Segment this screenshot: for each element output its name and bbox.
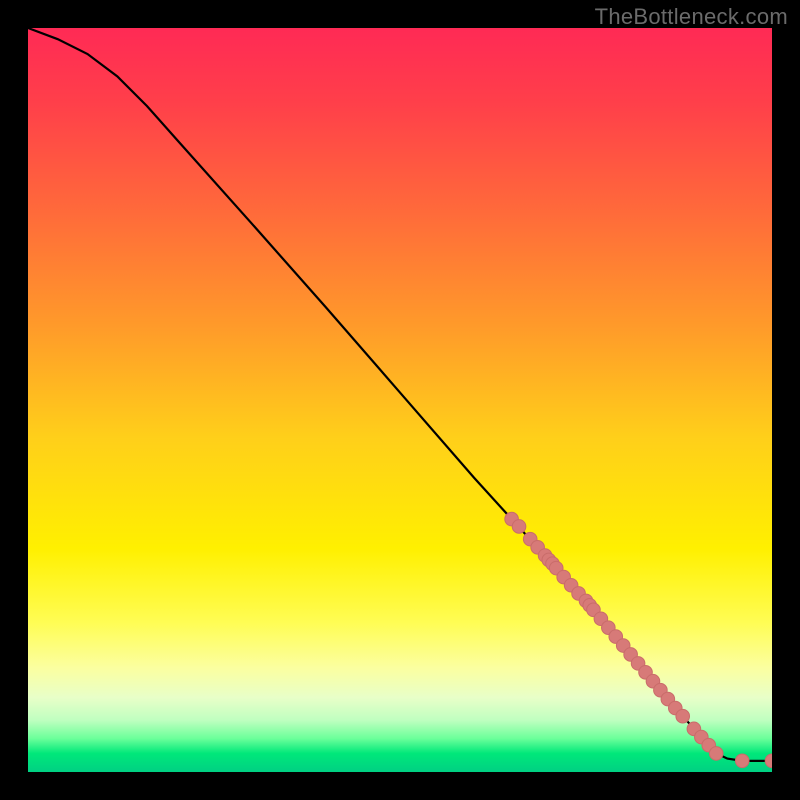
- chart-frame: TheBottleneck.com: [0, 0, 800, 800]
- data-point: [735, 754, 749, 768]
- data-point: [512, 520, 526, 534]
- gradient-background: [28, 28, 772, 772]
- data-point: [709, 747, 723, 761]
- attribution-label: TheBottleneck.com: [595, 4, 788, 30]
- data-point: [676, 709, 690, 723]
- plot-area: [28, 28, 772, 772]
- chart-svg: [28, 28, 772, 772]
